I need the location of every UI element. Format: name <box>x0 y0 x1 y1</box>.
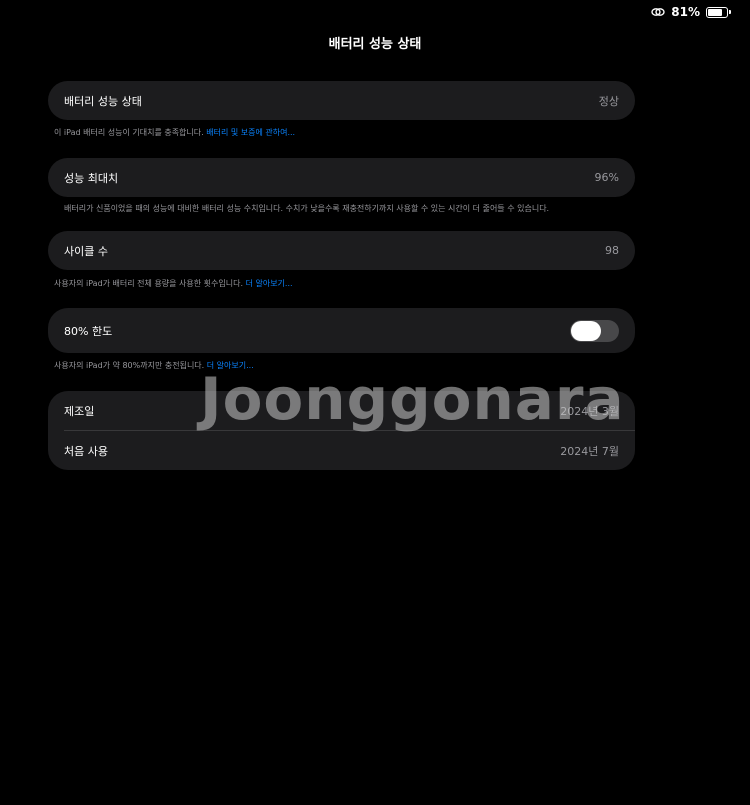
limit-footnote-text: 사용자의 iPad가 약 80%까지만 충전됩니다. <box>54 361 207 370</box>
first-use-label: 처음 사용 <box>64 444 108 458</box>
max-capacity-value: 96% <box>594 171 619 184</box>
battery-health-value: 정상 <box>598 94 619 108</box>
dates-group: 제조일 2024년 3월 처음 사용 2024년 7월 <box>48 391 635 470</box>
cycle-count-label: 사이클 수 <box>64 244 108 258</box>
limit-toggle[interactable] <box>570 319 619 342</box>
status-bar: 81% <box>0 0 750 24</box>
limit-learn-more-link[interactable]: 더 알아보기... <box>207 361 254 370</box>
cycle-learn-more-link[interactable]: 더 알아보기... <box>246 279 293 288</box>
battery-health-group: 배터리 성능 상태 정상 <box>48 81 635 120</box>
limit-row: 80% 한도 <box>48 308 635 353</box>
battery-percent: 81% <box>671 5 700 19</box>
max-capacity-footnote: 배터리가 신품이었을 때의 성능에 대비한 배터리 성능 수치입니다. 수치가 … <box>64 204 550 213</box>
manufacture-row: 제조일 2024년 3월 <box>48 391 635 430</box>
manufacture-label: 제조일 <box>64 404 95 418</box>
battery-health-label: 배터리 성능 상태 <box>64 94 142 108</box>
max-capacity-row: 성능 최대치 96% <box>48 158 635 197</box>
limit-group: 80% 한도 <box>48 308 635 353</box>
battery-fill <box>708 8 723 16</box>
max-capacity-group: 성능 최대치 96% <box>48 158 635 197</box>
manufacture-value: 2024년 3월 <box>560 404 619 418</box>
toggle-knob <box>571 320 601 341</box>
page-title: 배터리 성능 상태 <box>328 37 422 52</box>
limit-label: 80% 한도 <box>64 324 113 338</box>
status-right: 81% <box>651 5 731 19</box>
battery-health-footnote: 이 iPad 배터리 성능이 기대치를 충족합니다. 배터리 및 보증에 관하여… <box>54 127 295 138</box>
battery-health-row: 배터리 성능 상태 정상 <box>48 81 635 120</box>
cycle-count-value: 98 <box>605 244 619 257</box>
cycle-count-row: 사이클 수 98 <box>48 231 635 270</box>
battery-health-footnote-text: 이 iPad 배터리 성능이 기대치를 충족합니다. <box>54 128 207 137</box>
battery-warranty-link[interactable]: 배터리 및 보증에 관하여... <box>206 128 295 137</box>
first-use-value: 2024년 7월 <box>560 444 619 458</box>
limit-footnote: 사용자의 iPad가 약 80%까지만 충전됩니다. 더 알아보기... <box>54 360 254 371</box>
first-use-row: 처음 사용 2024년 7월 <box>48 431 635 470</box>
cycle-count-footnote: 사용자의 iPad가 배터리 전체 용량을 사용한 횟수입니다. 더 알아보기.… <box>54 278 293 289</box>
link-icon <box>651 8 665 16</box>
cycle-count-footnote-text: 사용자의 iPad가 배터리 전체 용량을 사용한 횟수입니다. <box>54 279 246 288</box>
max-capacity-label: 성능 최대치 <box>64 171 119 185</box>
battery-icon <box>706 6 731 18</box>
cycle-count-group: 사이클 수 98 <box>48 231 635 270</box>
